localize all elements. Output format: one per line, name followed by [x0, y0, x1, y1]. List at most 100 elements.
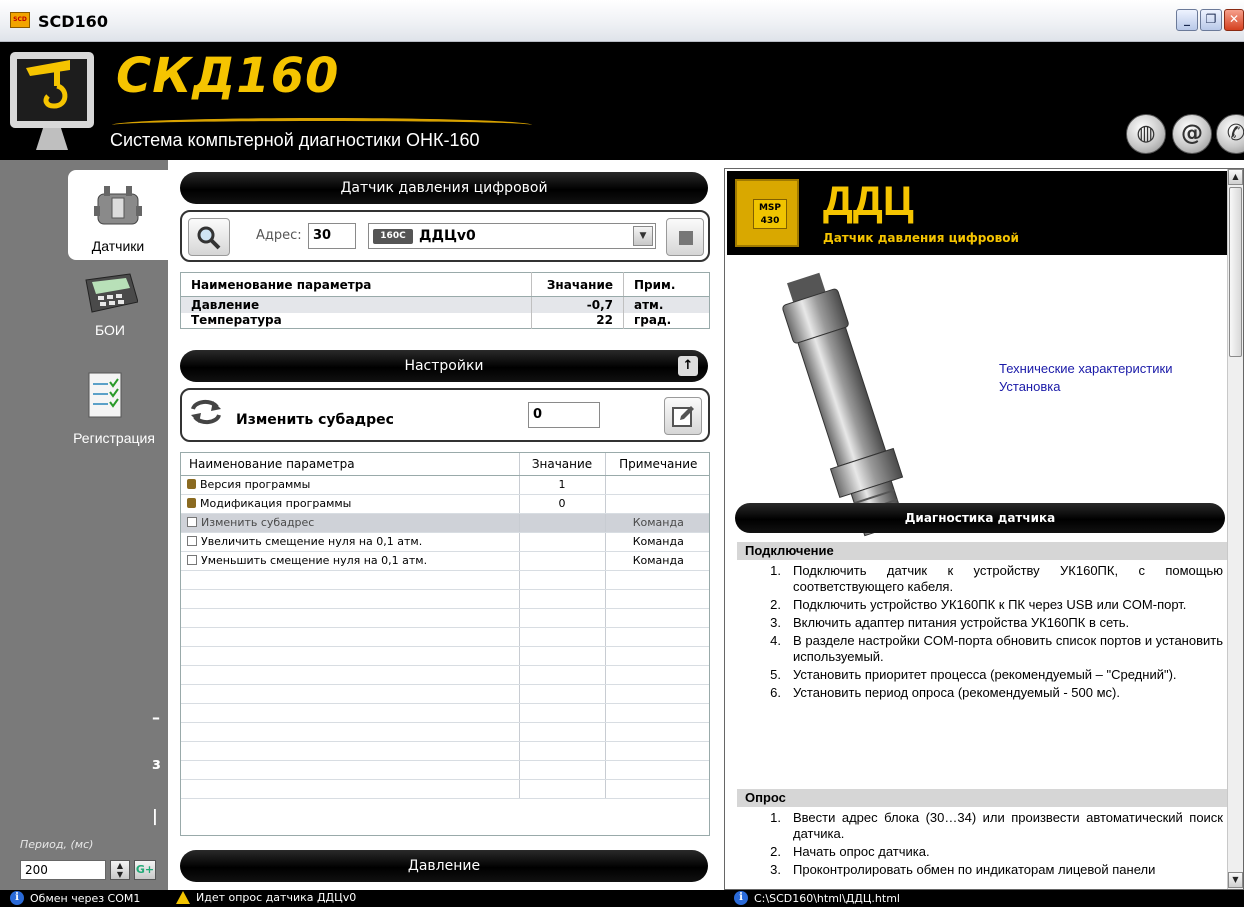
setting-note: Команда	[604, 532, 709, 552]
command-label: Изменить субадрес	[236, 412, 394, 428]
status-path-text: C:\SCD160\html\ДДЦ.html	[754, 891, 900, 905]
close-button[interactable]: ✕	[1224, 9, 1244, 31]
pressure-panel-header[interactable]: Давление	[180, 850, 708, 882]
sidebar: Датчики БОИ Регистрация – ɜ |	[0, 160, 168, 890]
refresh-icon	[191, 400, 221, 424]
list-item: 6. Установить период опроса (рекомендуемы…	[770, 685, 1120, 700]
status-path: i C:\SCD160\html\ДДЦ.html	[734, 891, 900, 905]
search-button[interactable]	[188, 218, 230, 256]
column-header: Прим.	[623, 272, 710, 297]
empty-row	[181, 741, 709, 761]
table-row[interactable]: Температура 22 град.	[181, 312, 710, 329]
polling-steps: 1. Ввести адрес блока (30…34) или произве…	[737, 810, 1227, 880]
edit-icon	[187, 517, 197, 527]
setting-value	[518, 513, 605, 533]
empty-row	[181, 627, 709, 647]
list-item: 3. Включить адаптер питания устройства УК…	[770, 615, 1130, 630]
device-select[interactable]: 160С ДДЦv0 ▼	[368, 223, 656, 249]
param-name: Температура	[191, 313, 282, 328]
sidebar-item-sensors[interactable]: Датчики	[68, 170, 168, 260]
minimize-button[interactable]: _	[1176, 9, 1198, 31]
empty-row	[181, 665, 709, 685]
sensor-icon	[94, 186, 142, 225]
lock-icon	[187, 479, 196, 489]
empty-row	[181, 722, 709, 742]
viewer-subtitle: Датчик давления цифровой	[823, 231, 1019, 245]
window-title: SCD160	[38, 12, 108, 31]
setting-value	[518, 551, 605, 571]
crane-hook-icon	[26, 60, 70, 109]
sidebar-item-boi[interactable]: БОИ	[60, 264, 160, 354]
setting-name: Уменьшить смещение нуля на 0,1 атм.	[201, 554, 428, 567]
phone-icon[interactable]: ✆	[1216, 114, 1244, 154]
refresh-button[interactable]	[188, 397, 224, 435]
settings-panel-title: Настройки	[404, 358, 484, 374]
scroll-up-icon[interactable]: ▲	[1228, 169, 1243, 185]
collapse-up-icon[interactable]: ↑	[678, 356, 698, 376]
app-logo: СКД160	[116, 48, 340, 104]
info-icon: i	[734, 891, 748, 905]
search-icon	[197, 226, 221, 250]
restore-button[interactable]: ❐	[1200, 9, 1222, 31]
app-window: { "window": { "title": "SCD160", "icon_t…	[0, 0, 1244, 907]
setting-value: 1	[518, 475, 605, 495]
sidebar-item-registration[interactable]: Регистрация	[60, 366, 168, 456]
table-row[interactable]: Увеличить смещение нуля на 0,1 атм. Кома…	[181, 532, 709, 552]
address-input[interactable]: 30	[308, 223, 356, 249]
chip-label: MSP 430	[753, 199, 787, 229]
section-title-polling: Опрос	[737, 789, 1227, 807]
period-input[interactable]: 200	[20, 860, 106, 880]
link-installation[interactable]: Установка	[999, 379, 1060, 394]
edit-icon	[672, 406, 694, 427]
setting-name: Увеличить смещение нуля на 0,1 атм.	[201, 535, 423, 548]
stop-button[interactable]	[666, 218, 704, 256]
title-bar: SCD SCD160 _ ❐ ✕	[0, 0, 1244, 42]
apply-period-button[interactable]: G+	[134, 860, 156, 880]
link-tech-specs[interactable]: Технические характеристики	[999, 361, 1172, 376]
edit-icon	[187, 555, 197, 565]
status-port: i Обмен через COM1	[10, 891, 140, 905]
empty-row	[181, 589, 709, 609]
scroll-down-icon[interactable]: ▼	[1228, 872, 1243, 888]
table-row[interactable]: Модификация программы 0	[181, 494, 709, 514]
apply-command-button[interactable]	[664, 397, 702, 435]
param-value: -0,7	[531, 296, 624, 313]
empty-row	[181, 760, 709, 780]
period-spinner[interactable]: ▲ ▼	[110, 860, 130, 880]
sidebar-item-label: Датчики	[91, 238, 145, 254]
device-name: ДДЦv0	[419, 228, 476, 244]
sidebar-fragment: ɜ	[152, 754, 161, 773]
sensor-toolbar: Адрес: 30 160С ДДЦv0 ▼	[180, 210, 710, 262]
info-icon: i	[10, 891, 24, 905]
table-row[interactable]: Версия программы 1	[181, 475, 709, 495]
email-icon[interactable]: @	[1172, 114, 1212, 154]
subaddress-input[interactable]: 0	[528, 402, 600, 428]
table-row[interactable]: Давление -0,7 атм.	[180, 296, 710, 313]
empty-row	[181, 608, 709, 628]
app-icon: SCD	[10, 12, 30, 28]
section-title-connection: Подключение	[737, 542, 1227, 560]
status-polling-text: Идет опрос датчика ДДЦv0	[196, 891, 357, 904]
setting-value: 0	[518, 494, 605, 514]
connection-steps: 1. Подключить датчик к устройству УК160ПК…	[737, 563, 1227, 703]
globe-icon[interactable]: ◍	[1126, 114, 1166, 154]
viewer-scrollbar[interactable]: ▲ ▼	[1227, 169, 1243, 889]
scroll-thumb[interactable]	[1229, 187, 1242, 357]
msp430-chip-icon: MSP 430	[735, 179, 799, 247]
table-row-selected[interactable]: Изменить субадрес Команда	[181, 513, 709, 533]
settings-toolbar: Изменить субадрес 0	[180, 388, 710, 442]
table-row[interactable]: Уменьшить смещение нуля на 0,1 атм. Кома…	[181, 551, 709, 571]
setting-value	[518, 532, 605, 552]
list-item: 2. Начать опрос датчика.	[770, 844, 930, 859]
empty-row	[181, 646, 709, 666]
empty-row	[181, 570, 709, 590]
edit-icon	[187, 536, 197, 546]
list-item: 1. Подключить датчик к устройству УК160ПК…	[770, 563, 1223, 594]
pressure-panel-title: Давление	[407, 858, 481, 874]
param-unit: атм.	[623, 296, 710, 313]
lock-icon	[187, 498, 196, 508]
sidebar-item-label: БОИ	[95, 322, 125, 338]
chevron-down-icon[interactable]: ▼	[633, 226, 653, 246]
sidebar-fragment: |	[152, 806, 158, 825]
sidebar-item-label: Регистрация	[73, 430, 155, 446]
